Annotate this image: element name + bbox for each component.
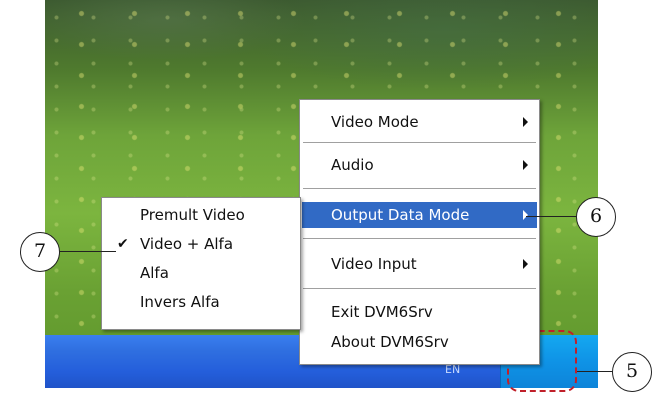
callout-line-5 — [577, 371, 613, 372]
submenu-item-label: Premult Video — [140, 206, 245, 224]
menu-item-output-data-mode[interactable]: Output Data Mode — [302, 202, 537, 228]
submenu-item-alfa[interactable]: Alfa — [104, 260, 298, 286]
tray-context-menu: Video Mode Audio Output Data Mode Video … — [299, 99, 540, 365]
menu-separator — [303, 188, 536, 190]
submenu-arrow-icon — [523, 259, 528, 269]
callout-7: 7 — [20, 232, 60, 272]
menu-item-label: Output Data Mode — [331, 206, 470, 224]
menu-item-label: About DVM6Srv — [331, 333, 449, 351]
submenu-arrow-icon — [523, 210, 528, 220]
submenu-item-label: Video + Alfa — [140, 235, 234, 253]
menu-item-label: Audio — [331, 156, 374, 174]
menu-item-label: Video Input — [331, 255, 417, 273]
callout-line-7 — [60, 251, 116, 252]
menu-separator — [303, 142, 536, 144]
menu-item-audio[interactable]: Audio — [302, 152, 537, 178]
submenu-item-label: Invers Alfa — [140, 293, 220, 311]
callout-5: 5 — [612, 352, 652, 392]
output-data-mode-submenu: Premult Video ✔ Video + Alfa Alfa Invers… — [101, 197, 301, 330]
submenu-item-video-alfa[interactable]: ✔ Video + Alfa — [104, 231, 298, 257]
submenu-item-label: Alfa — [140, 264, 169, 282]
submenu-arrow-icon — [523, 117, 528, 127]
submenu-item-premult-video[interactable]: Premult Video — [104, 202, 298, 228]
menu-item-video-mode[interactable]: Video Mode — [302, 109, 537, 135]
menu-item-label: Video Mode — [331, 113, 419, 131]
menu-item-exit[interactable]: Exit DVM6Srv — [302, 299, 537, 325]
menu-separator — [303, 238, 536, 240]
checkmark-icon: ✔ — [117, 236, 129, 252]
callout-6: 6 — [576, 197, 616, 237]
callout-line-6 — [526, 216, 576, 217]
menu-separator — [303, 288, 536, 290]
submenu-arrow-icon — [523, 160, 528, 170]
menu-item-about[interactable]: About DVM6Srv — [302, 329, 537, 355]
submenu-item-invers-alfa[interactable]: Invers Alfa — [104, 289, 298, 315]
menu-item-label: Exit DVM6Srv — [331, 303, 433, 321]
menu-item-video-input[interactable]: Video Input — [302, 251, 537, 277]
